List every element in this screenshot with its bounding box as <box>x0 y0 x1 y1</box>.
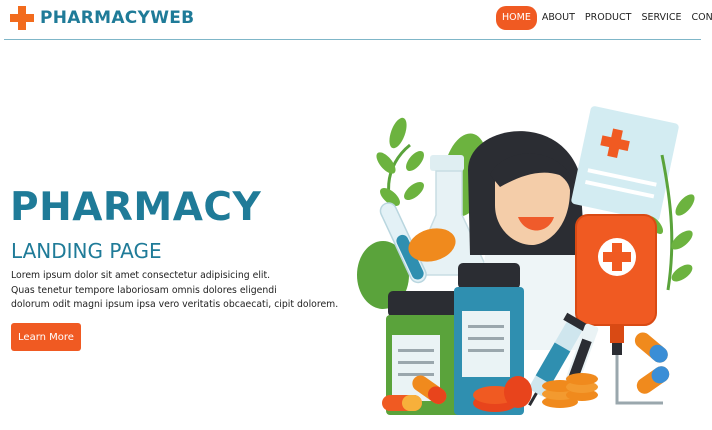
main-nav: HOME ABOUT PRODUCT SERVICE CONTACT <box>496 6 712 30</box>
brand-name: PHARMACYWEB <box>40 8 195 28</box>
brand-logo[interactable]: PHARMACYWEB <box>10 5 194 31</box>
header-divider <box>4 39 701 40</box>
nav-item-contact[interactable]: CONTACT <box>687 6 712 30</box>
hero-subtitle: LANDING PAGE <box>11 239 162 263</box>
site-header: PHARMACYWEB HOME ABOUT PRODUCT SERVICE C… <box>0 0 712 40</box>
hero-description-line: Lorem ipsum dolor sit amet consectetur a… <box>11 270 271 281</box>
hero-description-line: dolorum odit magni ipsum ipsa vero verit… <box>11 299 339 310</box>
learn-more-button[interactable]: Learn More <box>11 323 81 351</box>
pharmacist-illustration <box>357 106 695 415</box>
nav-item-about[interactable]: ABOUT <box>537 6 580 30</box>
medical-cross-icon <box>10 6 34 30</box>
hero-description: Lorem ipsum dolor sit amet consectetur a… <box>11 269 339 313</box>
nav-item-product[interactable]: PRODUCT <box>580 6 637 30</box>
hero-title: PHARMACY <box>10 185 262 230</box>
hero-description-line: Quas tenetur tempore laboriosam omnis do… <box>11 284 277 296</box>
nav-item-service[interactable]: SERVICE <box>636 6 686 30</box>
capsule-icon <box>634 332 668 363</box>
capsule-icon <box>636 366 670 394</box>
nav-item-home[interactable]: HOME <box>496 6 537 30</box>
capsule-icon <box>382 395 422 411</box>
